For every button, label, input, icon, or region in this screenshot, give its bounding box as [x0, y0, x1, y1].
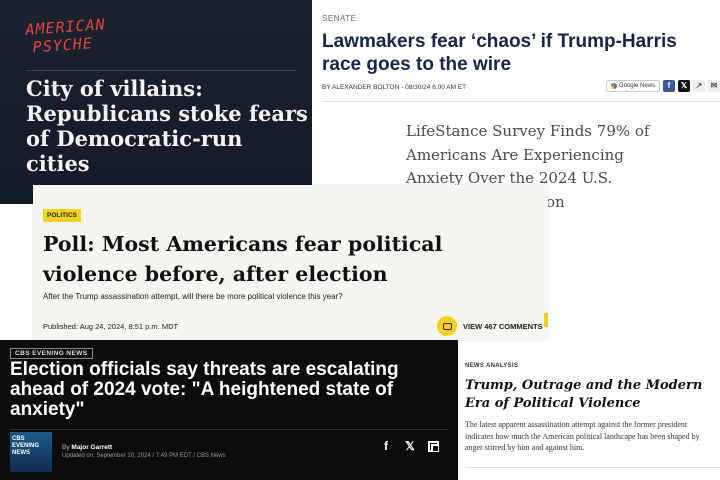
published-date: Published: Aug 24, 2024, 8:51 p.m. MDT: [43, 322, 179, 331]
article-headline[interactable]: Trump, Outrage and the Modern Era of Pol…: [465, 377, 715, 413]
share-bar: f 𝕏: [380, 439, 439, 453]
share-bar: Google News f 𝕏 ↗ ✉: [605, 80, 720, 92]
google-news-icon: [610, 83, 617, 89]
article-byline: By Major Garrett: [62, 444, 113, 451]
article-byline: BY ALEXANDER BOLTON - 08/30/24 6:00 AM E…: [322, 84, 467, 91]
accent-bar: [544, 313, 548, 327]
share-icon[interactable]: ↗: [693, 80, 705, 92]
flipboard-share-icon[interactable]: [428, 440, 439, 452]
article-headline[interactable]: Lawmakers fear ‘chaos’ if Trump-Harris r…: [322, 30, 717, 76]
email-share-icon[interactable]: ✉: [708, 80, 720, 92]
article-headline[interactable]: City of villains: Republicans stoke fear…: [26, 76, 312, 176]
x-share-icon[interactable]: 𝕏: [404, 439, 416, 453]
x-share-icon[interactable]: 𝕏: [678, 80, 690, 92]
poll-article-card[interactable]: POLITICS Poll: Most Americans fear polit…: [33, 185, 548, 340]
program-label[interactable]: CBS EVENING NEWS: [10, 348, 93, 359]
facebook-share-icon[interactable]: f: [380, 439, 392, 453]
author-name[interactable]: Major Garrett: [71, 444, 112, 451]
section-label[interactable]: SENATE: [322, 14, 356, 23]
divider: [465, 467, 720, 468]
nyt-article-card[interactable]: NEWS ANALYSIS Trump, Outrage and the Mod…: [458, 355, 720, 480]
view-comments-label: VIEW 467 COMMENTS: [463, 321, 543, 331]
article-headline[interactable]: Poll: Most Americans fear political viol…: [43, 229, 543, 289]
google-news-button[interactable]: Google News: [605, 80, 660, 92]
facebook-share-icon[interactable]: f: [663, 80, 675, 92]
news-analysis-label: NEWS ANALYSIS: [465, 363, 519, 369]
cbs-article-card[interactable]: CBS EVENING NEWS Election officials say …: [0, 340, 458, 480]
divider: [26, 70, 296, 71]
american-psyche-article-card[interactable]: AMERICAN PSYCHE City of villains: Republ…: [0, 0, 312, 204]
comment-icon: [437, 316, 457, 336]
cbs-evening-news-logo: CBS EVENING NEWS: [10, 432, 52, 472]
article-headline[interactable]: Election officials say threats are escal…: [10, 360, 450, 420]
article-subheadline: After the Trump assassination attempt, w…: [43, 292, 343, 301]
the-hill-article-card[interactable]: SENATE Lawmakers fear ‘chaos’ if Trump-H…: [312, 0, 720, 104]
updated-date: Updated on: September 10, 2024 / 7:49 PM…: [62, 453, 226, 459]
divider: [10, 429, 448, 430]
divider: [322, 101, 720, 102]
article-summary: The latest apparent assassination attemp…: [465, 420, 700, 452]
view-comments-button[interactable]: VIEW 467 COMMENTS: [437, 316, 543, 336]
american-psyche-logo: AMERICAN PSYCHE: [24, 15, 107, 57]
politics-tag[interactable]: POLITICS: [43, 209, 81, 222]
